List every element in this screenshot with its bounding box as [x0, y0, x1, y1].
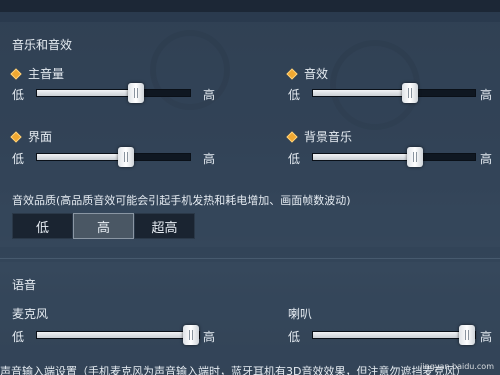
high-label: 高 [480, 88, 493, 102]
diamond-icon [10, 130, 22, 143]
slider-fill [313, 154, 416, 160]
low-label: 低 [288, 88, 301, 102]
bgm-slider[interactable] [312, 147, 476, 167]
slider-label-mic: 麦克风 [12, 305, 48, 322]
quality-option-low[interactable]: 低 [12, 213, 73, 239]
section-title-voice: 语音 [12, 278, 37, 292]
watermark: jingyan.baidu.com [420, 362, 494, 371]
label-text: 界面 [28, 130, 53, 144]
top-bar [0, 0, 500, 12]
label-text: 音效 [304, 67, 329, 81]
mic-slider[interactable] [36, 325, 200, 345]
divider [0, 258, 500, 259]
sfx-slider[interactable] [312, 83, 476, 103]
slider-label-bgm: 背景音乐 [286, 128, 353, 145]
slider-label-sfx: 音效 [286, 65, 329, 82]
diamond-icon [10, 67, 22, 80]
high-label: 高 [480, 330, 493, 344]
low-label: 低 [12, 330, 25, 344]
diamond-icon [286, 67, 298, 80]
slider-fill [313, 90, 411, 96]
slider-fill [37, 332, 199, 338]
high-label: 高 [203, 88, 216, 102]
ui-volume-slider[interactable] [36, 147, 191, 167]
label-text: 麦克风 [12, 307, 49, 321]
label-text: 背景音乐 [304, 130, 353, 144]
diamond-icon [286, 130, 298, 143]
high-label: 高 [203, 152, 216, 166]
low-label: 低 [12, 152, 25, 166]
slider-fill [37, 154, 126, 160]
label-text: 主音量 [28, 67, 65, 81]
slider-thumb[interactable] [407, 147, 424, 167]
label-text: 喇叭 [288, 307, 313, 321]
low-label: 低 [12, 88, 25, 102]
voice-panel [0, 262, 500, 375]
section-title-sound: 音乐和音效 [12, 38, 73, 52]
slider-fill [37, 90, 137, 96]
voice-input-description: 声音输入端设置（手机麦克风为声音输入端时，蓝牙耳机有3D音效效果，但注意勿遮挡麦… [0, 365, 467, 375]
low-label: 低 [288, 330, 301, 344]
master-volume-slider[interactable] [36, 83, 191, 103]
slider-thumb[interactable] [117, 147, 134, 167]
slider-label-ui: 界面 [10, 128, 53, 145]
quality-title: 音效品质(高品质音效可能会引起手机发热和耗电增加、画面帧数波动) [12, 194, 351, 207]
slider-label-master: 主音量 [10, 65, 65, 82]
slider-thumb[interactable] [402, 83, 419, 103]
low-label: 低 [288, 152, 301, 166]
slider-fill [313, 332, 475, 338]
slider-thumb[interactable] [183, 325, 199, 345]
slider-thumb[interactable] [459, 325, 475, 345]
quality-option-high[interactable]: 高 [73, 213, 134, 239]
quality-selector: 低 高 超高 [12, 213, 195, 239]
slider-label-speaker: 喇叭 [288, 305, 312, 322]
high-label: 高 [203, 330, 216, 344]
quality-option-ultra[interactable]: 超高 [134, 213, 195, 239]
speaker-slider[interactable] [312, 325, 476, 345]
high-label: 高 [480, 152, 493, 166]
slider-thumb[interactable] [128, 83, 145, 103]
